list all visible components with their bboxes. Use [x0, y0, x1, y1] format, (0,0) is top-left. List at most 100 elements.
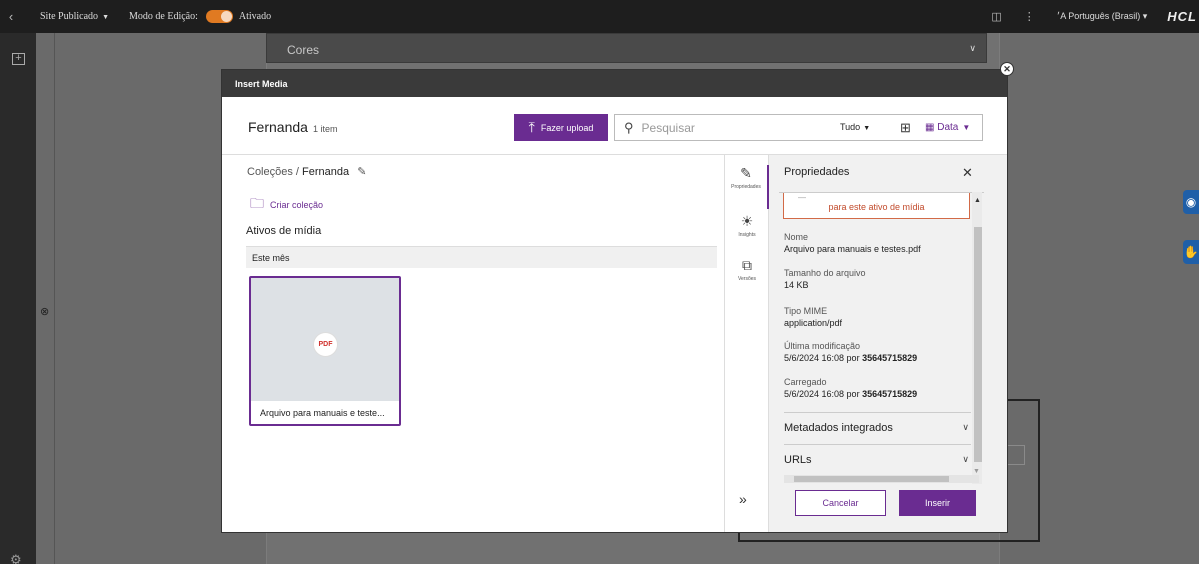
- hand-icon[interactable]: ✋: [1183, 240, 1199, 264]
- tab-properties-label: Propriedades: [731, 184, 761, 190]
- background-input: [1006, 445, 1025, 465]
- accordion-urls[interactable]: URLs ∨: [784, 444, 971, 476]
- site-status-label: Site Publicado: [40, 11, 99, 22]
- asset-card[interactable]: PDF Arquivo para manuais e teste...: [249, 276, 401, 426]
- upload-label: Fazer upload: [540, 122, 594, 133]
- more-vertical-icon[interactable]: ⋮: [1024, 10, 1035, 23]
- panel-icon[interactable]: ◫: [991, 10, 1001, 23]
- scrollbar-thumb[interactable]: [974, 227, 982, 462]
- upload-icon: ⤒: [528, 119, 535, 135]
- field-mime-value: application/pdf: [784, 318, 843, 328]
- new-folder-icon: 🗀: [250, 195, 264, 211]
- translate-icon: ׳A: [1056, 11, 1069, 21]
- assets-heading: Ativos de mídia: [246, 225, 322, 237]
- language-selector[interactable]: ׳A Português (Brasil) ▾: [1057, 11, 1148, 22]
- edit-mode-label: Modo de Edição:: [129, 11, 198, 22]
- chevron-down-icon: ∨: [962, 454, 969, 464]
- pdf-file-icon: PDF: [313, 332, 338, 357]
- close-icon[interactable]: ✕: [962, 165, 973, 181]
- search-box: ⚲ Tudo▼ ⊞ ▦ Data▼: [614, 114, 983, 141]
- versions-icon: ⧉: [742, 257, 752, 273]
- warning-text: para este ativo de mídia: [828, 202, 925, 212]
- tab-versions-label: Versões: [737, 276, 757, 282]
- insert-media-modal: Insert Media Fernanda 1 item ⤒ Fazer uplo…: [222, 70, 1007, 532]
- warning-box: — para este ativo de mídia: [783, 193, 970, 219]
- cores-section[interactable]: Cores ∨: [266, 33, 987, 63]
- collection-title: Fernanda 1 item: [248, 119, 337, 135]
- edit-mode: Modo de Edição: Ativado: [129, 10, 271, 23]
- modified-by: 35645715829: [862, 353, 918, 363]
- field-modified: Última modificação 5/6/2024 16:08 por 35…: [784, 340, 917, 364]
- field-name-value: Arquivo para manuais e testes.pdf: [784, 244, 921, 254]
- uploaded-date: 5/6/2024 16:08 por: [784, 389, 860, 399]
- tab-insights[interactable]: ☀ Insights: [725, 213, 769, 238]
- detail-rail: ✎ Propriedades ☀ Insights ⧉ Versões »: [724, 155, 769, 532]
- arrow-circle-icon[interactable]: ⊗: [40, 305, 49, 318]
- properties-title: Propriedades: [784, 166, 850, 178]
- accordion-urls-label: URLs: [784, 454, 812, 466]
- horizontal-scrollbar[interactable]: [784, 475, 979, 483]
- upload-button[interactable]: ⤒ Fazer upload: [514, 114, 608, 141]
- filter-sliders-icon[interactable]: ⊞: [900, 120, 911, 136]
- edit-mode-value: Ativado: [238, 11, 272, 22]
- filter-dropdown[interactable]: Tudo ▼: [840, 122, 870, 132]
- language-label: Português (Brasil): [1068, 11, 1141, 21]
- edit-mode-toggle[interactable]: [205, 10, 233, 23]
- breadcrumb: Coleções / Fernanda ✎: [247, 165, 366, 178]
- collection-name: Fernanda: [248, 119, 308, 135]
- accessibility-icon[interactable]: ◉: [1183, 190, 1199, 214]
- field-mime: Tipo MIME application/pdf: [784, 305, 842, 329]
- top-bar: ‹ Site Publicado ▼ Modo de Edição: Ativad…: [0, 0, 1199, 33]
- field-uploaded: Carregado 5/6/2024 16:08 por 35645715829: [784, 376, 917, 400]
- field-size: Tamanho do arquivo 14 KB: [784, 267, 866, 291]
- breadcrumb-separator: /: [295, 166, 299, 178]
- sort-dropdown[interactable]: ▦ Data ▼: [925, 122, 970, 133]
- properties-panel: Propriedades ✕ — para este ativo de mídi…: [769, 155, 1007, 532]
- cores-label: Cores: [287, 43, 320, 57]
- field-modified-value: 5/6/2024 16:08 por 35645715829: [784, 352, 917, 364]
- tag-icon[interactable]: ✎: [357, 166, 366, 178]
- insert-button[interactable]: Inserir: [899, 490, 976, 516]
- chevron-down-icon: ∨: [969, 43, 976, 53]
- horizontal-scrollbar-thumb[interactable]: [794, 476, 949, 482]
- sort-value: Data: [937, 122, 959, 133]
- create-collection-link[interactable]: 🗀 Criar coleção: [250, 193, 323, 217]
- chevron-down-icon: ∨: [962, 422, 969, 432]
- double-chevron-right-icon[interactable]: »: [739, 491, 747, 507]
- cancel-button[interactable]: Cancelar: [795, 490, 886, 516]
- warning-edge-icon: —: [798, 193, 806, 202]
- chevron-left-icon[interactable]: ‹: [0, 9, 22, 24]
- column-divider: [54, 33, 55, 564]
- month-group-header: Este mês: [246, 246, 717, 268]
- asset-name: Arquivo para manuais e teste...: [260, 408, 385, 418]
- uploaded-by: 35645715829: [862, 389, 918, 399]
- tab-versions[interactable]: ⧉ Versões: [725, 257, 769, 282]
- grid-icon: ▦: [925, 122, 935, 133]
- add-panel-icon[interactable]: +: [12, 53, 25, 65]
- scroll-up-icon[interactable]: ▲: [974, 197, 981, 204]
- settings-icon[interactable]: ⚙: [10, 552, 22, 564]
- close-modal-icon[interactable]: ✕: [1000, 62, 1014, 76]
- accordion-metadata[interactable]: Metadados integrados ∨: [784, 412, 971, 444]
- field-mime-label: Tipo MIME: [784, 306, 828, 316]
- breadcrumb-current: Fernanda: [302, 166, 350, 178]
- asset-thumbnail: PDF: [251, 278, 399, 401]
- field-size-value: 14 KB: [784, 280, 809, 290]
- properties-scrollbar[interactable]: ▲ ▼: [972, 192, 982, 484]
- tab-insights-label: Insights: [738, 232, 756, 238]
- site-status-dropdown[interactable]: Site Publicado ▼: [40, 11, 109, 22]
- properties-icon: ✎: [740, 165, 752, 181]
- modal-header: Insert Media: [222, 70, 1007, 97]
- field-uploaded-value: 5/6/2024 16:08 por 35645715829: [784, 388, 917, 400]
- field-size-label: Tamanho do arquivo: [784, 268, 866, 278]
- search-icon: ⚲: [624, 119, 634, 135]
- scroll-down-icon[interactable]: ▼: [973, 468, 980, 475]
- search-input[interactable]: [641, 120, 822, 135]
- tab-properties[interactable]: ✎ Propriedades: [725, 165, 769, 209]
- modified-date: 5/6/2024 16:08 por: [784, 353, 860, 363]
- left-rail: + ⚙: [0, 33, 36, 564]
- insights-icon: ☀: [740, 213, 754, 229]
- caret-down-icon: ▼: [962, 123, 971, 132]
- caret-down-icon: ▼: [102, 13, 109, 21]
- breadcrumb-root[interactable]: Coleções: [247, 166, 293, 178]
